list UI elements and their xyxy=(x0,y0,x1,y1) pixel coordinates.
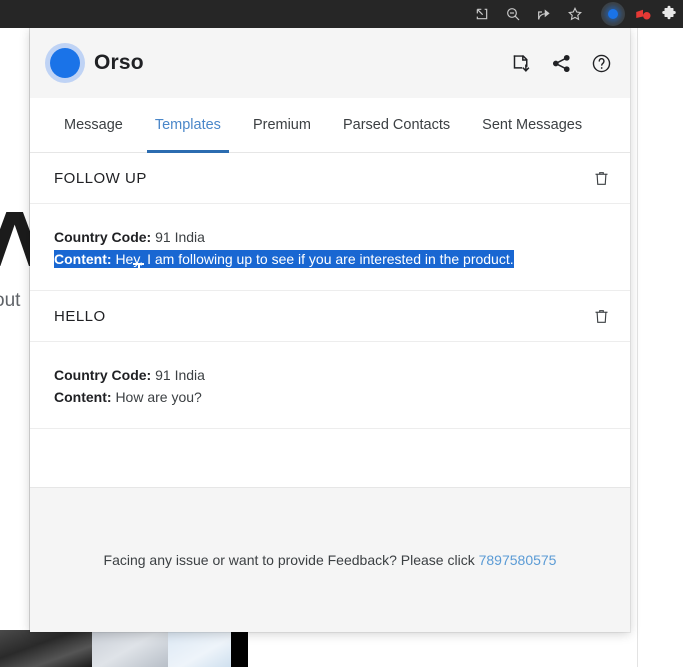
template-title: FOLLOW UP xyxy=(54,169,147,187)
background-thumbnail xyxy=(231,630,248,667)
template-item: HELLO Country Code: 91 India Content: Ho… xyxy=(30,291,630,429)
brand: Orso xyxy=(50,48,510,78)
country-code-label: Country Code: xyxy=(54,229,152,245)
red-extension-icon[interactable] xyxy=(634,6,652,22)
country-code-row: Country Code: 91 India xyxy=(54,226,606,248)
help-circle-icon[interactable] xyxy=(590,52,612,74)
trash-icon[interactable] xyxy=(590,305,612,327)
content-label: Content: xyxy=(54,251,112,267)
country-code-value: 91 India xyxy=(155,229,205,245)
browser-toolbar xyxy=(0,0,683,28)
orso-logo-icon xyxy=(50,48,80,78)
brand-name: Orso xyxy=(94,51,144,74)
content-row[interactable]: Content: Hey, I am following up to see i… xyxy=(54,248,514,270)
content-label: Content: xyxy=(54,389,112,405)
extensions-puzzle-icon[interactable] xyxy=(660,5,678,23)
open-in-new-icon[interactable] xyxy=(473,5,491,23)
content-value: Hey, I am following up to see if you are… xyxy=(115,251,514,267)
template-header: FOLLOW UP xyxy=(30,153,630,204)
country-code-label: Country Code: xyxy=(54,367,152,383)
background-thumbnail xyxy=(168,630,231,667)
orso-extension-icon[interactable] xyxy=(601,2,625,26)
tab-parsed-contacts[interactable]: Parsed Contacts xyxy=(327,98,466,152)
tab-bar: Message Templates Premium Parsed Contact… xyxy=(30,98,630,153)
feedback-text: Facing any issue or want to provide Feed… xyxy=(104,552,557,568)
trash-icon[interactable] xyxy=(590,167,612,189)
tab-premium[interactable]: Premium xyxy=(237,98,327,152)
template-body: Country Code: 91 India Content: Hey, I a… xyxy=(30,204,630,291)
tab-message[interactable]: Message xyxy=(48,98,139,152)
background-thumbnail xyxy=(92,630,168,667)
content-row[interactable]: Content: How are you? xyxy=(54,386,606,408)
content-value: How are you? xyxy=(115,389,202,405)
bookmark-star-icon[interactable] xyxy=(566,5,584,23)
share-icon[interactable] xyxy=(535,5,553,23)
feedback-message: Facing any issue or want to provide Feed… xyxy=(103,552,479,568)
template-item: FOLLOW UP Country Code: 91 India Content… xyxy=(30,153,630,291)
template-body: Country Code: 91 India Content: How are … xyxy=(30,342,630,429)
share-icon[interactable] xyxy=(550,52,572,74)
orso-extension-popup: Orso Message Templates Premium Parsed Co… xyxy=(30,28,630,632)
popup-footer: Facing any issue or want to provide Feed… xyxy=(30,487,630,632)
header-actions xyxy=(510,52,612,74)
save-file-icon[interactable] xyxy=(510,52,532,74)
country-code-row: Country Code: 91 India xyxy=(54,364,606,386)
template-title: HELLO xyxy=(54,307,106,325)
tab-sent-messages[interactable]: Sent Messages xyxy=(466,98,598,152)
background-word: out xyxy=(0,290,21,311)
popup-header: Orso xyxy=(30,28,630,98)
zoom-out-icon[interactable] xyxy=(504,5,522,23)
background-divider xyxy=(637,28,638,667)
background-thumbnail xyxy=(0,630,92,667)
feedback-phone-link[interactable]: 7897580575 xyxy=(479,552,557,568)
popup-spacer xyxy=(30,429,630,487)
tab-templates[interactable]: Templates xyxy=(139,98,237,153)
background-left-panel: Λ out xyxy=(0,28,43,667)
country-code-value: 91 India xyxy=(155,367,205,383)
template-list: FOLLOW UP Country Code: 91 India Content… xyxy=(30,153,630,429)
template-header: HELLO xyxy=(30,291,630,342)
